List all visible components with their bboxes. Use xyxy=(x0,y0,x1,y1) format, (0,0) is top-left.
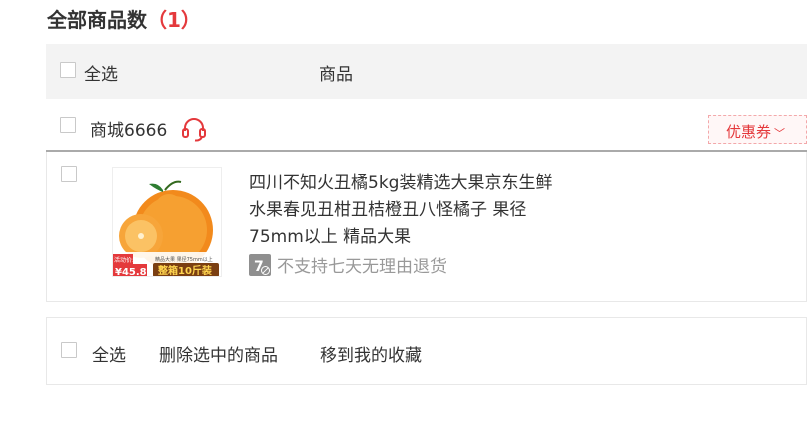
thumb-price: ¥45.8 xyxy=(115,267,147,277)
select-all-label-bottom[interactable]: 全选 xyxy=(92,341,126,366)
item-checkbox[interactable] xyxy=(61,166,77,182)
item-count: （1） xyxy=(147,8,201,32)
shop-row: 商城6666 xyxy=(46,105,807,151)
select-all-label-top[interactable]: 全选 xyxy=(84,60,118,85)
page-title-text: 全部商品数 xyxy=(47,8,147,32)
delete-selected-link[interactable]: 删除选中的商品 xyxy=(159,341,278,366)
select-all-checkbox-bottom[interactable] xyxy=(61,342,77,358)
product-thumbnail[interactable]: 活动价: ¥45.8 精品大果 果径75mm以上 整箱10斤装 xyxy=(112,167,222,277)
shop-name-link[interactable]: 商城6666 xyxy=(90,116,167,141)
product-name-link[interactable]: 四川不知火丑橘5kg装精选大果京东生鲜水果春见丑柑丑桔橙丑八怪橘子 果径75mm… xyxy=(249,170,559,251)
coupon-button[interactable]: 优惠券 ﹀ xyxy=(708,115,807,144)
chevron-down-icon: ﹀ xyxy=(774,127,786,140)
cart-header-bar: 全选 商品 xyxy=(46,44,807,99)
cart-footer-bar: 全选 删除选中的商品 移到我的收藏 xyxy=(46,317,807,385)
customer-service-icon[interactable] xyxy=(180,115,208,143)
shop-checkbox[interactable] xyxy=(60,117,76,133)
coupon-label: 优惠券 xyxy=(726,123,772,141)
select-all-checkbox-top[interactable] xyxy=(60,62,76,78)
thumb-tag: 精品大果 果径75mm以上 xyxy=(155,256,213,263)
cart-item: 活动价: ¥45.8 精品大果 果径75mm以上 整箱10斤装 四川不知火丑橘5… xyxy=(46,152,807,302)
return-policy-text: 不支持七天无理由退货 xyxy=(277,257,447,277)
no-return-7day-icon: 7 xyxy=(249,253,271,276)
goods-column-header: 商品 xyxy=(319,65,353,85)
move-to-favorites-link[interactable]: 移到我的收藏 xyxy=(320,341,422,366)
thumb-pack: 整箱10斤装 xyxy=(157,264,212,277)
page-title: 全部商品数（1） xyxy=(47,4,201,33)
return-policy: 7 不支持七天无理由退货 xyxy=(249,252,447,277)
thumb-promo-label: 活动价: xyxy=(114,256,134,264)
